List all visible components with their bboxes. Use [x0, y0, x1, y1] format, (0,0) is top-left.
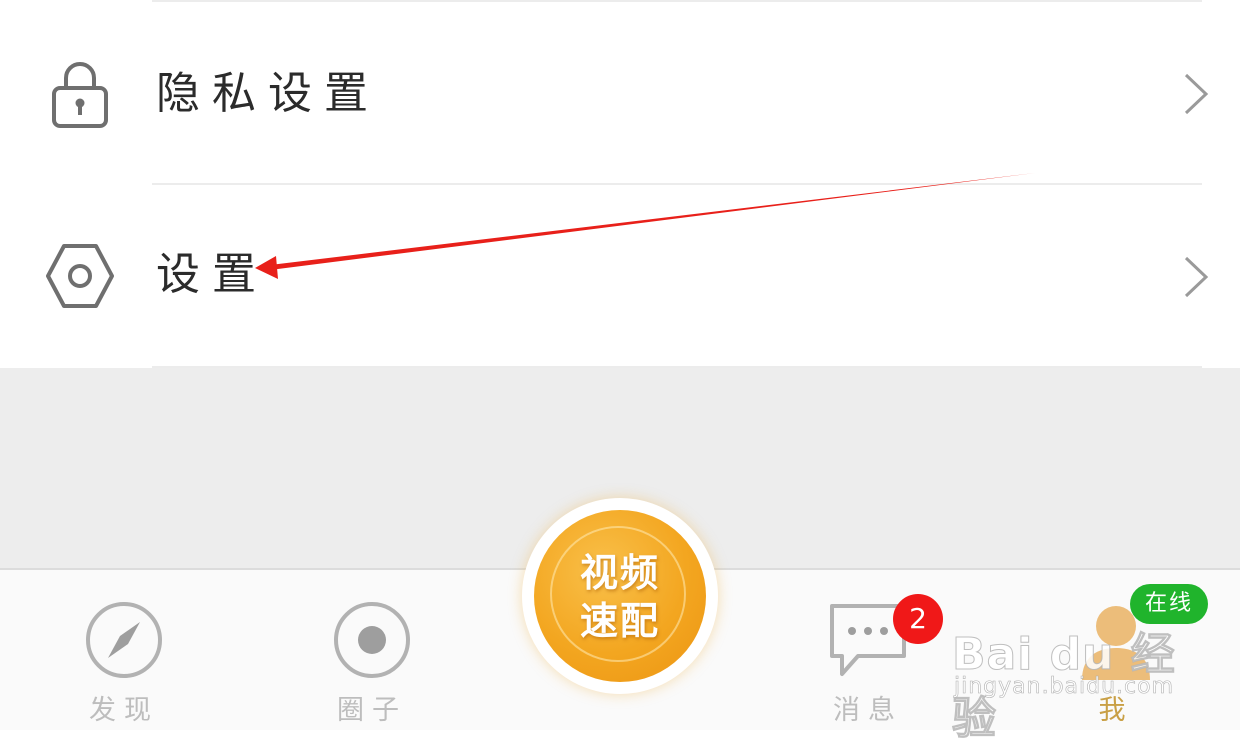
tab-label: 圈子 [337, 695, 407, 726]
video-match-label-line2: 速配 [579, 599, 660, 643]
tab-label: 我 [1098, 695, 1134, 726]
tab-messages[interactable]: 消息 [768, 570, 968, 730]
tab-discover[interactable]: 发现 [24, 570, 224, 730]
compass-icon [86, 602, 162, 678]
online-status-badge: 在线 [1130, 584, 1208, 624]
tab-label: 发现 [89, 695, 159, 726]
video-match-button[interactable]: 视频 速配 [522, 498, 718, 694]
video-match-button-face: 视频 速配 [534, 510, 706, 682]
video-match-label-line1: 视频 [579, 551, 660, 595]
tab-label: 消息 [833, 695, 903, 726]
unread-count-badge: 2 [893, 594, 943, 644]
tab-circles[interactable]: 圈子 [272, 570, 472, 730]
record-circle-icon [334, 602, 410, 678]
annotation-arrow [255, 173, 1035, 279]
